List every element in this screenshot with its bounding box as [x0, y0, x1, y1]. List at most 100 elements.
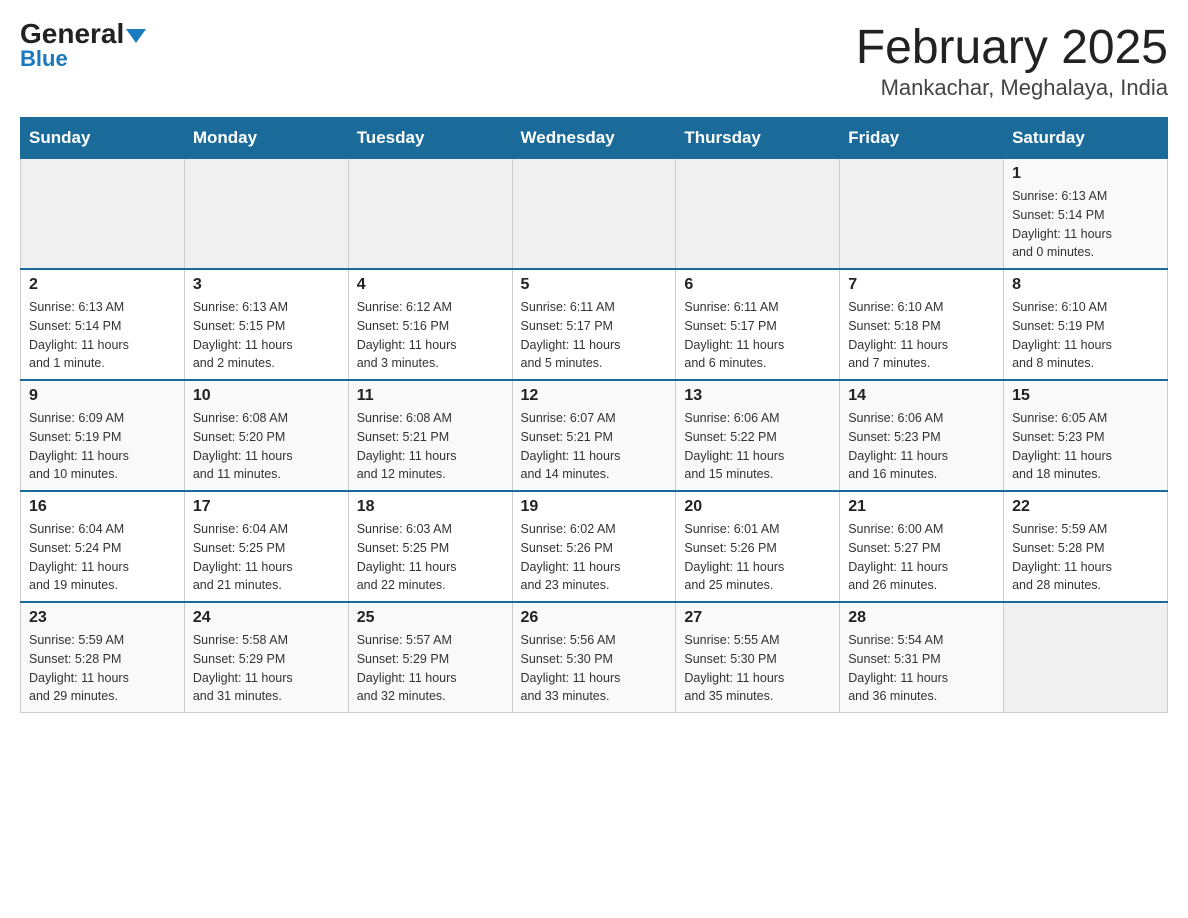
- day-info: Sunrise: 5:59 AM Sunset: 5:28 PM Dayligh…: [29, 631, 176, 706]
- day-info: Sunrise: 6:00 AM Sunset: 5:27 PM Dayligh…: [848, 520, 995, 595]
- calendar-cell: 2Sunrise: 6:13 AM Sunset: 5:14 PM Daylig…: [21, 269, 185, 380]
- logo-general-text: General: [20, 20, 146, 48]
- day-number: 9: [29, 387, 176, 405]
- day-number: 10: [193, 387, 340, 405]
- calendar-cell: 28Sunrise: 5:54 AM Sunset: 5:31 PM Dayli…: [840, 602, 1004, 713]
- calendar-cell: [1004, 602, 1168, 713]
- day-info: Sunrise: 6:05 AM Sunset: 5:23 PM Dayligh…: [1012, 409, 1159, 484]
- calendar-cell: 19 Sunrise: 6:02 AM Sunset: 5:26 PM Dayli…: [512, 491, 676, 602]
- day-info: Sunrise: 6:07 AM Sunset: 5:21 PM Dayligh…: [521, 409, 668, 484]
- calendar-cell: 1 Sunrise: 6:13 AM Sunset: 5:14 PM Daylig…: [1004, 159, 1168, 270]
- day-info: Sunrise: 6:13 AM Sunset: 5:15 PM Dayligh…: [193, 298, 340, 373]
- calendar-cell: 22 Sunrise: 5:59 AM Sunset: 5:28 PM Dayli…: [1004, 491, 1168, 602]
- calendar-week-row: 2Sunrise: 6:13 AM Sunset: 5:14 PM Daylig…: [21, 269, 1168, 380]
- weekday-header: Monday: [184, 118, 348, 159]
- day-info: Sunrise: 5:56 AM Sunset: 5:30 PM Dayligh…: [521, 631, 668, 706]
- day-number: 2: [29, 276, 176, 294]
- calendar-cell: 21 Sunrise: 6:00 AM Sunset: 5:27 PM Dayli…: [840, 491, 1004, 602]
- day-info: Sunrise: 6:09 AM Sunset: 5:19 PM Dayligh…: [29, 409, 176, 484]
- day-number: 23: [29, 609, 176, 627]
- day-number: 15: [1012, 387, 1159, 405]
- day-info: Sunrise: 6:11 AM Sunset: 5:17 PM Dayligh…: [521, 298, 668, 373]
- calendar-cell: 17 Sunrise: 6:04 AM Sunset: 5:25 PM Dayli…: [184, 491, 348, 602]
- day-number: 7: [848, 276, 995, 294]
- day-info: Sunrise: 6:04 AM Sunset: 5:25 PM Dayligh…: [193, 520, 340, 595]
- calendar-header-row: SundayMondayTuesdayWednesdayThursdayFrid…: [21, 118, 1168, 159]
- weekday-header: Tuesday: [348, 118, 512, 159]
- day-info: Sunrise: 6:08 AM Sunset: 5:21 PM Dayligh…: [357, 409, 504, 484]
- day-number: 11: [357, 387, 504, 405]
- calendar-cell: 20 Sunrise: 6:01 AM Sunset: 5:26 PM Dayli…: [676, 491, 840, 602]
- day-info: Sunrise: 6:10 AM Sunset: 5:18 PM Dayligh…: [848, 298, 995, 373]
- calendar-week-row: 9 Sunrise: 6:09 AM Sunset: 5:19 PM Daylig…: [21, 380, 1168, 491]
- day-info: Sunrise: 5:59 AM Sunset: 5:28 PM Dayligh…: [1012, 520, 1159, 595]
- calendar-cell: [512, 159, 676, 270]
- calendar-cell: 11 Sunrise: 6:08 AM Sunset: 5:21 PM Dayli…: [348, 380, 512, 491]
- day-number: 5: [521, 276, 668, 294]
- calendar-cell: 5 Sunrise: 6:11 AM Sunset: 5:17 PM Daylig…: [512, 269, 676, 380]
- calendar-week-row: 23 Sunrise: 5:59 AM Sunset: 5:28 PM Dayli…: [21, 602, 1168, 713]
- day-number: 14: [848, 387, 995, 405]
- day-info: Sunrise: 5:58 AM Sunset: 5:29 PM Dayligh…: [193, 631, 340, 706]
- day-info: Sunrise: 6:01 AM Sunset: 5:26 PM Dayligh…: [684, 520, 831, 595]
- day-number: 20: [684, 498, 831, 516]
- day-info: Sunrise: 6:02 AM Sunset: 5:26 PM Dayligh…: [521, 520, 668, 595]
- day-number: 25: [357, 609, 504, 627]
- day-number: 22: [1012, 498, 1159, 516]
- day-info: Sunrise: 6:11 AM Sunset: 5:17 PM Dayligh…: [684, 298, 831, 373]
- day-info: Sunrise: 6:08 AM Sunset: 5:20 PM Dayligh…: [193, 409, 340, 484]
- calendar-cell: 13 Sunrise: 6:06 AM Sunset: 5:22 PM Dayli…: [676, 380, 840, 491]
- calendar-title: February 2025: [856, 20, 1168, 75]
- calendar-cell: 25 Sunrise: 5:57 AM Sunset: 5:29 PM Dayli…: [348, 602, 512, 713]
- day-number: 28: [848, 609, 995, 627]
- calendar-cell: 27 Sunrise: 5:55 AM Sunset: 5:30 PM Dayli…: [676, 602, 840, 713]
- calendar-cell: 7 Sunrise: 6:10 AM Sunset: 5:18 PM Daylig…: [840, 269, 1004, 380]
- weekday-header: Wednesday: [512, 118, 676, 159]
- weekday-header: Friday: [840, 118, 1004, 159]
- calendar-cell: 8 Sunrise: 6:10 AM Sunset: 5:19 PM Daylig…: [1004, 269, 1168, 380]
- page-header: General Blue February 2025 Mankachar, Me…: [20, 20, 1168, 101]
- calendar-week-row: 1 Sunrise: 6:13 AM Sunset: 5:14 PM Daylig…: [21, 159, 1168, 270]
- day-info: Sunrise: 6:13 AM Sunset: 5:14 PM Dayligh…: [1012, 187, 1159, 262]
- day-number: 16: [29, 498, 176, 516]
- day-info: Sunrise: 5:57 AM Sunset: 5:29 PM Dayligh…: [357, 631, 504, 706]
- calendar-cell: 4 Sunrise: 6:12 AM Sunset: 5:16 PM Daylig…: [348, 269, 512, 380]
- day-number: 19: [521, 498, 668, 516]
- day-info: Sunrise: 6:12 AM Sunset: 5:16 PM Dayligh…: [357, 298, 504, 373]
- logo-triangle-icon: [126, 29, 146, 43]
- calendar-cell: [21, 159, 185, 270]
- day-number: 13: [684, 387, 831, 405]
- day-info: Sunrise: 6:06 AM Sunset: 5:22 PM Dayligh…: [684, 409, 831, 484]
- day-number: 8: [1012, 276, 1159, 294]
- day-number: 12: [521, 387, 668, 405]
- day-info: Sunrise: 6:03 AM Sunset: 5:25 PM Dayligh…: [357, 520, 504, 595]
- day-number: 17: [193, 498, 340, 516]
- day-number: 26: [521, 609, 668, 627]
- calendar-cell: 18 Sunrise: 6:03 AM Sunset: 5:25 PM Dayli…: [348, 491, 512, 602]
- weekday-header: Saturday: [1004, 118, 1168, 159]
- calendar-cell: 6 Sunrise: 6:11 AM Sunset: 5:17 PM Daylig…: [676, 269, 840, 380]
- calendar-cell: 26 Sunrise: 5:56 AM Sunset: 5:30 PM Dayli…: [512, 602, 676, 713]
- day-number: 18: [357, 498, 504, 516]
- day-number: 6: [684, 276, 831, 294]
- day-info: Sunrise: 6:10 AM Sunset: 5:19 PM Dayligh…: [1012, 298, 1159, 373]
- calendar-cell: 12 Sunrise: 6:07 AM Sunset: 5:21 PM Dayli…: [512, 380, 676, 491]
- day-number: 27: [684, 609, 831, 627]
- day-info: Sunrise: 5:55 AM Sunset: 5:30 PM Dayligh…: [684, 631, 831, 706]
- calendar-cell: 16Sunrise: 6:04 AM Sunset: 5:24 PM Dayli…: [21, 491, 185, 602]
- calendar-cell: [676, 159, 840, 270]
- title-block: February 2025 Mankachar, Meghalaya, Indi…: [856, 20, 1168, 101]
- calendar-cell: 15 Sunrise: 6:05 AM Sunset: 5:23 PM Dayli…: [1004, 380, 1168, 491]
- calendar-cell: [184, 159, 348, 270]
- calendar-cell: 9 Sunrise: 6:09 AM Sunset: 5:19 PM Daylig…: [21, 380, 185, 491]
- calendar-week-row: 16Sunrise: 6:04 AM Sunset: 5:24 PM Dayli…: [21, 491, 1168, 602]
- day-number: 1: [1012, 165, 1159, 183]
- calendar-cell: 14Sunrise: 6:06 AM Sunset: 5:23 PM Dayli…: [840, 380, 1004, 491]
- calendar-cell: [840, 159, 1004, 270]
- day-number: 3: [193, 276, 340, 294]
- calendar-cell: 24Sunrise: 5:58 AM Sunset: 5:29 PM Dayli…: [184, 602, 348, 713]
- logo: General Blue: [20, 20, 146, 72]
- calendar-subtitle: Mankachar, Meghalaya, India: [856, 75, 1168, 101]
- day-number: 4: [357, 276, 504, 294]
- day-number: 21: [848, 498, 995, 516]
